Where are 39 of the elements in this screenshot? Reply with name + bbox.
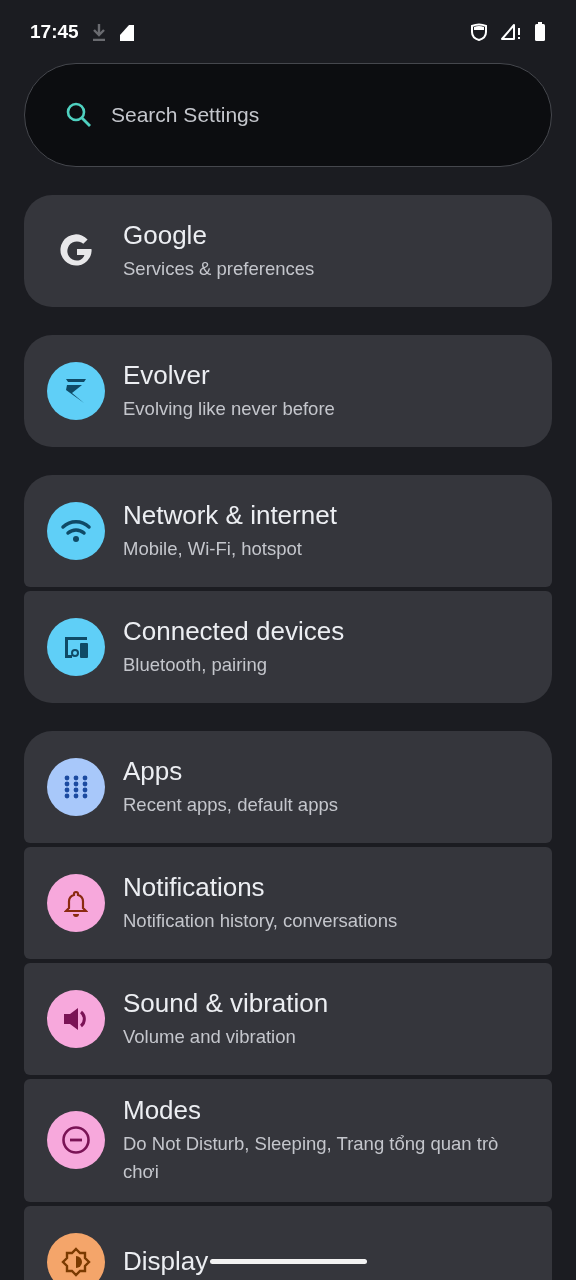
settings-item[interactable]: Notifications Notification history, conversations [24, 847, 552, 959]
settings-item[interactable]: Apps Recent apps, default apps [24, 731, 552, 843]
item-subtitle: Notification history, conversations [123, 908, 398, 933]
vpn-shield-icon [470, 22, 488, 41]
brightness-icon [61, 1246, 91, 1277]
item-subtitle: Volume and vibration [123, 1024, 297, 1049]
signal-icon [118, 22, 135, 41]
item-subtitle: Evolving like never before [123, 396, 335, 421]
settings-item[interactable]: Connected devices Bluetooth, pairing [24, 591, 552, 703]
item-subtitle: Bluetooth, pairing [123, 652, 268, 677]
item-title: Connected devices [123, 615, 345, 647]
item-title: Modes [123, 1095, 203, 1126]
settings-item[interactable]: Sound & vibration Volume and vibration [24, 963, 552, 1075]
settings-item[interactable]: Network & internet Mobile, Wi-Fi, hotspot [24, 475, 552, 587]
clock: 17:45 [30, 20, 79, 43]
settings-item[interactable]: Display [24, 1205, 552, 1280]
minus-circle-icon [61, 1125, 91, 1156]
wifi-alert-icon [500, 22, 522, 41]
home-indicator[interactable] [210, 1259, 367, 1264]
item-title: Sound & vibration [123, 987, 329, 1019]
settings-item[interactable]: Google Services & preferences [24, 195, 552, 307]
item-subtitle: Services & preferences [123, 256, 315, 281]
item-title: Network & internet [123, 499, 337, 531]
item-title: Display [123, 1246, 209, 1277]
item-title: Google [123, 219, 208, 251]
bell-icon [64, 889, 88, 917]
item-subtitle: Recent apps, default apps [123, 792, 338, 817]
item-subtitle: Do Not Disturb, Sleeping, Trang tổng quan trò chơi [123, 1132, 500, 1184]
search-icon [65, 101, 93, 129]
apps-grid-icon [63, 775, 89, 799]
item-subtitle: Mobile, Wi-Fi, hotspot [123, 536, 303, 561]
settings-item[interactable]: Modes Do Not Disturb, Sleeping, Trang tổng quan trò chơi [24, 1079, 552, 1202]
battery-icon [534, 21, 546, 42]
settings-item[interactable]: Evolver Evolving like never before [24, 335, 552, 447]
item-title: Notifications [123, 871, 266, 903]
download-icon [90, 22, 107, 41]
wifi-icon [60, 518, 92, 544]
item-title: Evolver [123, 359, 211, 391]
item-title: Apps [123, 755, 184, 787]
